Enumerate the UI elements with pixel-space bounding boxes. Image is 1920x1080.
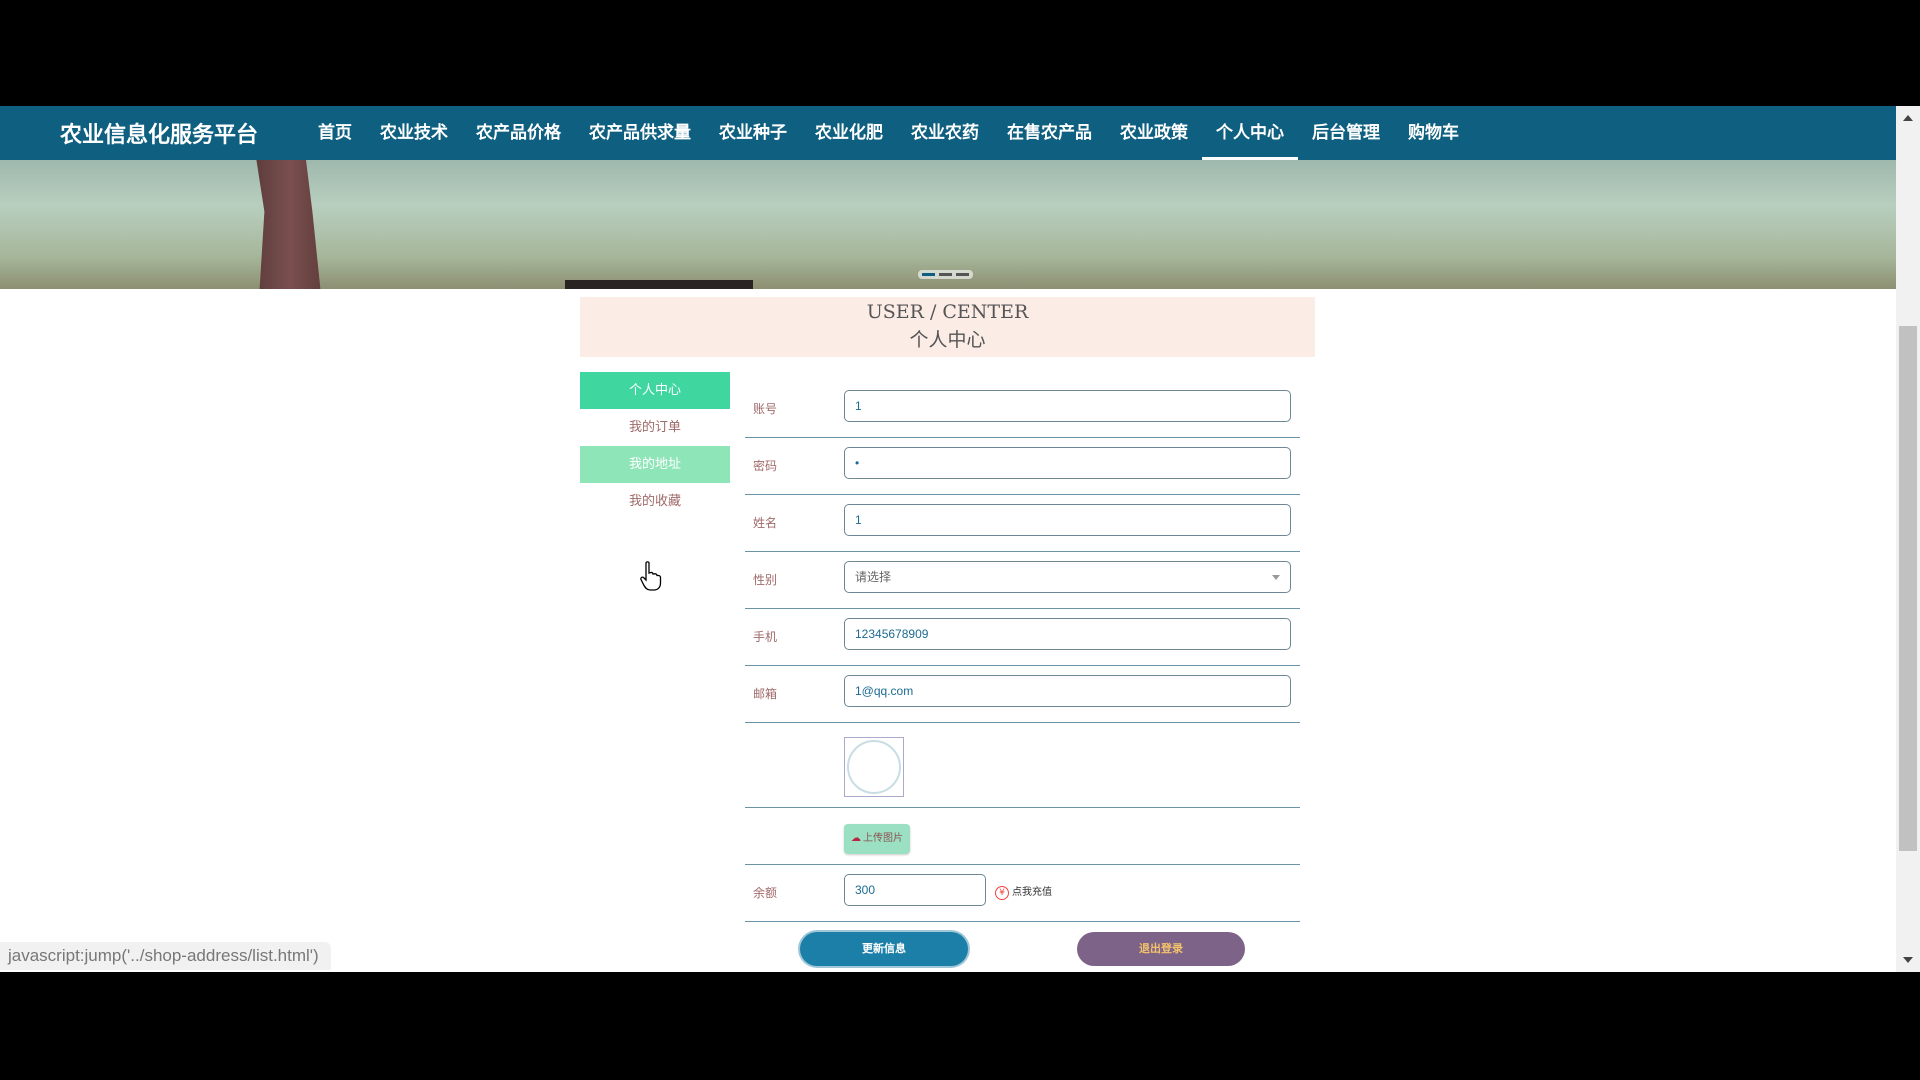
form-row-name: 姓名 1 bbox=[745, 495, 1300, 552]
nav-agri-tech[interactable]: 农业技术 bbox=[366, 106, 462, 160]
carousel-indicators bbox=[918, 270, 973, 279]
browser-viewport: 农业信息化服务平台 首页 农业技术 农产品价格 农产品供求量 农业种子 农业化肥… bbox=[0, 106, 1920, 972]
upload-image-button[interactable]: ☁ 上传图片 bbox=[844, 824, 910, 854]
side-item-my-orders[interactable]: 我的订单 bbox=[580, 409, 730, 446]
phone-input[interactable]: 12345678909 bbox=[844, 618, 1291, 650]
account-label: 账号 bbox=[753, 402, 778, 416]
hand-cursor-icon bbox=[640, 561, 662, 591]
user-center-header: USER / CENTER 个人中心 bbox=[580, 297, 1315, 357]
header-title-cn: 个人中心 bbox=[909, 329, 986, 351]
header-title-en: USER / CENTER bbox=[866, 301, 1029, 323]
avatar-image bbox=[844, 737, 904, 797]
form-row-email: 邮箱 1@qq.com bbox=[745, 666, 1300, 723]
email-label: 邮箱 bbox=[753, 687, 778, 701]
browser-status-url: javascript:jump('../shop-address/list.ht… bbox=[0, 942, 331, 970]
carousel-dot-2[interactable] bbox=[939, 273, 952, 276]
update-info-button[interactable]: 更新信息 bbox=[800, 932, 968, 966]
side-item-user-center[interactable]: 个人中心 bbox=[580, 372, 730, 409]
top-navbar: 农业信息化服务平台 首页 农业技术 农产品价格 农产品供求量 农业种子 农业化肥… bbox=[0, 106, 1896, 160]
recharge-label: 点我充值 bbox=[1012, 887, 1052, 898]
password-label: 密码 bbox=[753, 459, 778, 473]
name-input[interactable]: 1 bbox=[844, 504, 1291, 536]
nav-cart[interactable]: 购物车 bbox=[1394, 106, 1473, 160]
scroll-down-icon[interactable] bbox=[1903, 957, 1913, 963]
form-row-upload: ☁ 上传图片 bbox=[745, 808, 1300, 865]
scroll-thumb[interactable] bbox=[1899, 326, 1917, 851]
yen-icon: ¥ bbox=[995, 886, 1009, 900]
gender-select-value: 请选择 bbox=[855, 570, 892, 584]
carousel-dot-1[interactable] bbox=[922, 273, 935, 276]
recharge-link[interactable]: ¥ 点我充值 bbox=[995, 883, 1052, 900]
balance-input[interactable]: 300 bbox=[844, 874, 986, 906]
password-input[interactable]: • bbox=[844, 447, 1291, 479]
nav-supply-demand[interactable]: 农产品供求量 bbox=[575, 106, 705, 160]
page-scrollbar[interactable] bbox=[1896, 106, 1920, 972]
side-menu: 个人中心 我的订单 我的地址 我的收藏 bbox=[580, 372, 730, 520]
nav-seeds[interactable]: 农业种子 bbox=[705, 106, 801, 160]
upload-label: 上传图片 bbox=[863, 833, 903, 844]
account-input[interactable]: 1 bbox=[844, 390, 1291, 422]
scroll-up-icon[interactable] bbox=[1903, 115, 1913, 121]
email-input[interactable]: 1@qq.com bbox=[844, 675, 1291, 707]
form-row-avatar bbox=[745, 723, 1300, 808]
side-item-my-address[interactable]: 我的地址 bbox=[580, 446, 730, 483]
banner-post bbox=[565, 280, 753, 289]
gender-label: 性别 bbox=[753, 573, 778, 587]
phone-label: 手机 bbox=[753, 630, 778, 644]
nav-fertilizer[interactable]: 农业化肥 bbox=[801, 106, 897, 160]
gender-select[interactable]: 请选择 bbox=[844, 561, 1291, 593]
balance-label: 余额 bbox=[753, 886, 778, 900]
form-row-password: 密码 • bbox=[745, 438, 1300, 495]
nav-admin[interactable]: 后台管理 bbox=[1298, 106, 1394, 160]
carousel-dot-3[interactable] bbox=[956, 273, 969, 276]
upload-cloud-icon: ☁ bbox=[851, 833, 861, 844]
banner-carousel bbox=[0, 160, 1896, 289]
form-row-gender: 性别 请选择 bbox=[745, 552, 1300, 609]
profile-form: 账号 1 密码 • 姓名 1 性别 请选择 手机 12345678909 邮箱 … bbox=[745, 381, 1300, 922]
nav-home[interactable]: 首页 bbox=[304, 106, 366, 160]
logout-button[interactable]: 退出登录 bbox=[1077, 932, 1245, 966]
nav-policy[interactable]: 农业政策 bbox=[1106, 106, 1202, 160]
name-label: 姓名 bbox=[753, 516, 778, 530]
nav-product-price[interactable]: 农产品价格 bbox=[462, 106, 575, 160]
banner-tree-trunk bbox=[256, 160, 321, 289]
form-row-account: 账号 1 bbox=[745, 381, 1300, 438]
nav-pesticide[interactable]: 农业农药 bbox=[897, 106, 993, 160]
site-brand[interactable]: 农业信息化服务平台 bbox=[60, 117, 258, 149]
nav-user-center[interactable]: 个人中心 bbox=[1202, 106, 1299, 160]
avatar-placeholder-icon bbox=[847, 740, 901, 794]
chevron-down-icon bbox=[1272, 575, 1280, 580]
nav-products-on-sale[interactable]: 在售农产品 bbox=[993, 106, 1106, 160]
main-nav: 首页 农业技术 农产品价格 农产品供求量 农业种子 农业化肥 农业农药 在售农产… bbox=[304, 106, 1473, 160]
form-row-phone: 手机 12345678909 bbox=[745, 609, 1300, 666]
form-row-balance: 余额 300 ¥ 点我充值 bbox=[745, 865, 1300, 922]
side-item-my-favorites[interactable]: 我的收藏 bbox=[580, 483, 730, 520]
